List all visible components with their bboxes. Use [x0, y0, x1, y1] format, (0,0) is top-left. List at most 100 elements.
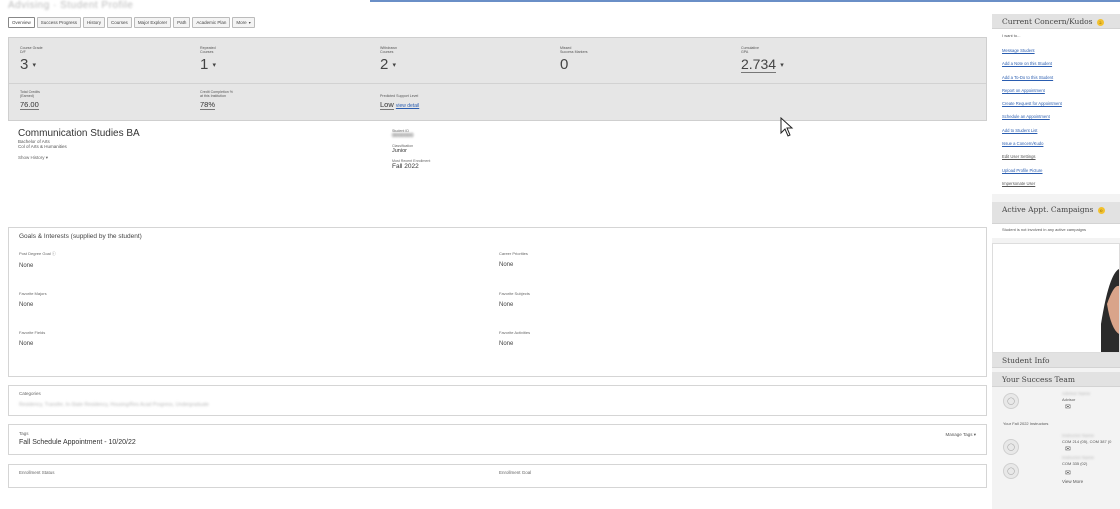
concern-kudos-header: Current Concern/Kudos 2 [992, 14, 1120, 29]
enrollment-status-label: Enrollment Status [19, 470, 55, 475]
manage-tags-button[interactable]: Manage Tags ▾ [946, 432, 976, 438]
advisor-name: Advisor Name [1062, 391, 1091, 396]
action-message-student[interactable]: Message Student [1002, 44, 1110, 57]
stat-value: 2 ▾ [380, 56, 397, 73]
view-detail-link[interactable]: view detail [396, 103, 419, 109]
mail-icon[interactable]: ✉ [1065, 469, 1071, 477]
caret-down-icon: ▾ [973, 432, 976, 437]
stat-total-credits[interactable]: Total Credits (Earned) 76.00 [20, 90, 60, 110]
goal-field: Favorite Majors None [19, 291, 47, 308]
tab-major-explorer[interactable]: Major Explorer [133, 17, 172, 28]
chevron-down-icon: ▾ [212, 62, 217, 70]
actions-list: I want to... Message Student Add a Note … [992, 29, 1120, 194]
tab-more-label: More [236, 20, 247, 25]
caret-down-icon: ▾ [247, 20, 251, 25]
action-upload-picture[interactable]: Upload Profile Picture [1002, 164, 1110, 177]
actions-intro: I want to... [1002, 33, 1021, 38]
college-name: Col of Arts & Humanities [18, 144, 67, 149]
tag-value: Fall Schedule Appointment - 10/20/22 [19, 439, 136, 446]
mail-icon[interactable]: ✉ [1065, 445, 1071, 453]
advisor-role: Advisor [1062, 397, 1076, 402]
info-icon: ⓘ [51, 251, 56, 256]
stat-value: 78% [200, 100, 216, 110]
enrollment-panel: Enrollment Status Enrollment Goal [8, 464, 987, 488]
success-team-header: Your Success Team [992, 372, 1120, 387]
student-info-header[interactable]: Student Info [992, 353, 1120, 368]
tab-academic-plan[interactable]: Academic Plan [192, 17, 231, 28]
campaigns-header: Active Appt. Campaigns 0 [992, 202, 1120, 224]
campaigns-text: Student is not involved in any active ca… [992, 224, 1120, 238]
stats-divider [9, 83, 986, 84]
right-sidebar: Current Concern/Kudos 2 I want to... Mes… [992, 14, 1120, 509]
tab-bar: Overview Success Progress History Course… [8, 17, 255, 28]
action-add-note[interactable]: Add a Note on this Student [1002, 57, 1110, 70]
goal-field: Favorite Subjects None [499, 291, 530, 308]
tab-courses[interactable]: Courses [107, 17, 132, 28]
tags-label: Tags [19, 431, 29, 436]
stat-value: 0 [560, 56, 569, 73]
action-schedule-appointment[interactable]: Schedule an Appointment [1002, 110, 1110, 123]
chevron-down-icon: ▾ [32, 62, 37, 70]
action-add-student-list[interactable]: Add to Student List [1002, 124, 1110, 137]
categories-panel: Categories Residency, Transfer, In-State… [8, 385, 987, 416]
action-report-appointment[interactable]: Report on Appointment [1002, 84, 1110, 97]
program-info: Communication Studies BA Bachelor of Art… [18, 128, 140, 161]
mail-icon[interactable]: ✉ [1065, 403, 1071, 411]
tab-path[interactable]: Path [173, 17, 191, 28]
stat-value: 76.00 [20, 100, 39, 110]
goals-panel: Goals & Interests (supplied by the stude… [8, 227, 987, 377]
instructor-courses: COM 335 (02) [1062, 461, 1088, 466]
stat-label: Total Credits (Earned) [20, 90, 40, 98]
stat-value: 2.734 ▾ [741, 56, 784, 73]
chevron-down-icon: ▾ [392, 62, 397, 70]
tab-overview[interactable]: Overview [8, 17, 35, 28]
view-more-link[interactable]: View More [1062, 479, 1083, 484]
avatar: ◯ [1003, 463, 1019, 479]
count-badge: 2 [1096, 18, 1104, 26]
recent-enrollment-value: Fall 2022 [392, 163, 419, 170]
goal-field: Career Priorities None [499, 251, 528, 268]
tab-success-progress[interactable]: Success Progress [36, 17, 82, 28]
stat-predicted-support: Predicted Support Level Low view detail [380, 94, 420, 110]
stat-label: Credit Completion % at this Institution [200, 90, 233, 98]
stats-panel: Course Grade D/F 3 ▾ Repeated Courses 1 ▾ … [8, 37, 987, 121]
action-impersonate[interactable]: Impersonate User [1002, 177, 1110, 190]
stat-withdrawn-courses[interactable]: Withdrawn Courses 2 ▾ [380, 46, 420, 73]
stat-label: Repeated Courses [200, 46, 216, 54]
stat-label: Cumulative GPA [741, 46, 759, 54]
action-issue-concern[interactable]: Issue a Concern/Kudo [1002, 137, 1110, 150]
stat-repeated-courses[interactable]: Repeated Courses 1 ▾ [200, 46, 240, 73]
classification-value: Junior [392, 148, 407, 154]
tab-more[interactable]: More ▾ [232, 17, 255, 28]
categories-value: Residency, Transfer, In-State Residency,… [19, 402, 209, 408]
count-badge: 0 [1097, 206, 1105, 214]
student-info: Student ID 0000000 Classification Junior… [392, 129, 430, 175]
mouse-cursor-icon [780, 117, 794, 137]
stat-credit-completion[interactable]: Credit Completion % at this Institution 7… [200, 90, 240, 110]
action-request-appointment[interactable]: Create Request for Appointment [1002, 97, 1110, 110]
action-add-todo[interactable]: Add a To-Do to this Student [1002, 71, 1110, 84]
page-title: Advising · Student Profile [8, 0, 134, 11]
stat-label: Predicted Support Level [380, 94, 419, 98]
tags-panel: Tags Fall Schedule Appointment - 10/20/2… [8, 424, 987, 455]
avatar: ◯ [1003, 439, 1019, 455]
stat-label: Missed Success Markers [560, 46, 588, 54]
program-name: Communication Studies BA [18, 128, 140, 139]
action-edit-settings[interactable]: Edit User Settings [1002, 150, 1110, 163]
stat-cumulative-gpa[interactable]: Cumulative GPA 2.734 ▾ [741, 46, 784, 73]
tab-history[interactable]: History [83, 17, 106, 28]
enrollment-goal-label: Enrollment Goal [499, 470, 532, 475]
stat-course-grade[interactable]: Course Grade D/F 3 ▾ [20, 46, 60, 73]
success-team-list: ◯ Advisor Name Advisor ✉ Your Fall 2022 … [992, 387, 1120, 497]
show-history-toggle[interactable]: Show History ▾ [18, 155, 140, 161]
stat-label: Withdrawn Courses [380, 46, 397, 54]
instructor-courses: COM 214 (05), COM 387 (0 [1062, 439, 1112, 444]
goal-field: Favorite Activities None [499, 330, 531, 347]
student-photo-image [1089, 244, 1119, 352]
stat-value: 1 ▾ [200, 56, 217, 73]
student-photo [992, 243, 1120, 353]
stat-value: Low view detail [380, 100, 420, 110]
avatar: ◯ [1003, 393, 1019, 409]
goal-field: Favorite Fields None [19, 330, 46, 347]
goals-title: Goals & Interests (supplied by the stude… [19, 233, 142, 240]
